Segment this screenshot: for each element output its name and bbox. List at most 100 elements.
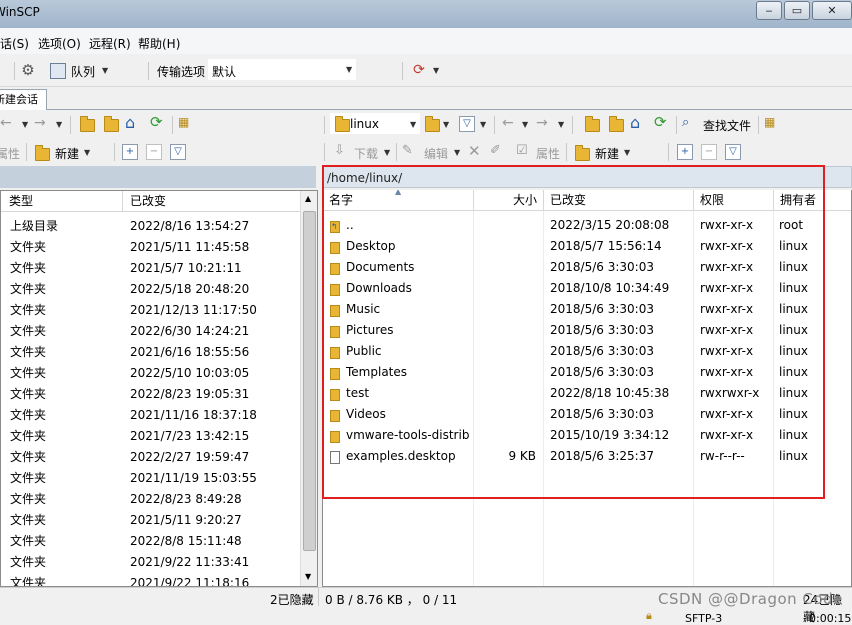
right-path-bar[interactable]: /home/linux/ [322,166,852,188]
rename-icon[interactable]: ✐ [490,143,501,158]
edit-button[interactable]: 编辑 [424,145,448,162]
delete-icon[interactable]: ✕ [468,142,481,160]
table-row[interactable]: test 2022/8/18 10:45:38 rwxrwxr-x linux [323,383,851,404]
find-files-button[interactable]: 查找文件 [703,117,751,134]
tab-new-session[interactable]: 新建会话 [0,89,47,110]
table-row[interactable]: 文件夹 2021/5/7 10:21:11 [1,258,300,279]
left-scrollbar[interactable]: ▲ ▼ [300,191,317,586]
scroll-up-icon[interactable]: ▲ [305,194,311,203]
edit-icon[interactable]: ✎ [402,143,413,158]
home-icon[interactable]: ⌂ [125,113,135,132]
table-row[interactable]: 文件夹 2021/11/19 15:03:55 [1,468,300,489]
table-row[interactable]: 文件夹 2021/12/13 11:17:50 [1,300,300,321]
select-all-icon[interactable]: + [677,144,693,160]
column-header-changed[interactable]: 已改变 [544,190,694,211]
table-row[interactable]: 文件夹 2021/7/23 13:42:15 [1,426,300,447]
menu-remote[interactable]: 远程(R) [89,35,131,52]
minimize-button[interactable]: ‒ [756,1,782,20]
table-row[interactable]: 文件夹 2022/2/27 19:59:47 [1,447,300,468]
left-path-bar[interactable] [0,166,316,188]
column-header-rights[interactable]: 权限 [694,190,774,211]
table-row[interactable]: Videos 2018/5/6 3:30:03 rwxr-xr-x linux [323,404,851,425]
forward-arrow-icon[interactable]: → [34,115,46,131]
right-new-dropdown-icon[interactable]: ▼ [624,148,630,157]
queue-icon[interactable] [50,63,66,79]
sync-icon[interactable]: ⟳ [411,62,427,78]
menu-options[interactable]: 选项(O) [38,35,81,52]
gear-icon[interactable]: ⚙ [20,62,36,78]
unselect-icon[interactable]: − [146,144,162,160]
table-row[interactable]: 文件夹 2021/6/16 18:55:56 [1,342,300,363]
left-new-dropdown-icon[interactable]: ▼ [84,148,90,157]
forward-arrow-icon[interactable]: → [536,115,548,131]
download-icon[interactable]: ⇩ [334,143,345,158]
properties-icon[interactable]: ☑ [516,143,528,158]
column-header-type[interactable]: 类型 [1,191,123,212]
table-row[interactable]: 文件夹 2021/11/16 18:37:18 [1,405,300,426]
download-button[interactable]: 下载 [354,145,378,162]
table-row[interactable]: 文件夹 2022/5/18 20:48:20 [1,279,300,300]
queue-label[interactable]: 队列 [71,63,95,80]
parent-folder-icon[interactable] [585,116,600,132]
table-row[interactable]: 文件夹 2021/9/22 11:33:41 [1,552,300,573]
maximize-button[interactable]: ▭ [784,1,810,20]
tree-toggle-icon[interactable]: ▦ [764,115,775,129]
table-row[interactable]: 文件夹 2022/8/8 15:11:48 [1,531,300,552]
column-header-owner[interactable]: 拥有者 [774,190,851,211]
filter-icon[interactable]: ▽ [725,144,741,160]
unselect-icon[interactable]: − [701,144,717,160]
table-row[interactable]: 文件夹 2022/8/23 19:05:31 [1,384,300,405]
table-row[interactable]: 文件夹 2022/5/10 10:03:05 [1,363,300,384]
tree-toggle-icon[interactable]: ▦ [178,115,189,129]
row-name: Downloads [346,281,412,295]
table-row[interactable]: 文件夹 2021/5/11 11:45:58 [1,237,300,258]
new-folder-icon[interactable] [575,145,590,161]
queue-dropdown-icon[interactable]: ▼ [102,66,108,75]
back-arrow-icon[interactable]: ← [502,115,514,131]
sync-dropdown-icon[interactable]: ▼ [433,66,439,75]
root-folder-icon[interactable] [104,116,119,132]
root-folder-icon[interactable] [609,116,624,132]
back-arrow-icon[interactable]: ← [0,115,12,131]
home-icon[interactable]: ⌂ [630,113,640,132]
column-header-changed[interactable]: 已改变 [123,191,301,212]
filter-icon[interactable]: ▽ [170,144,186,160]
refresh-icon[interactable]: ⟳ [654,113,667,131]
table-row[interactable]: Desktop 2018/5/7 15:56:14 rwxr-xr-x linux [323,236,851,257]
right-properties-button[interactable]: 属性 [536,145,560,162]
table-row[interactable]: Pictures 2018/5/6 3:30:03 rwxr-xr-x linux [323,320,851,341]
left-properties-button[interactable]: 属性 [0,145,20,162]
table-row[interactable]: 文件夹 2021/9/22 11:18:16 [1,573,300,586]
column-header-size[interactable]: 大小 [474,190,544,211]
table-row[interactable]: Downloads 2018/10/8 10:34:49 rwxr-xr-x linu… [323,278,851,299]
table-row[interactable]: Public 2018/5/6 3:30:03 rwxr-xr-x linux [323,341,851,362]
table-row[interactable]: vmware-tools-distrib 2015/10/19 3:34:12 rw… [323,425,851,446]
table-row[interactable]: 文件夹 2022/6/30 14:24:21 [1,321,300,342]
transfer-options-select[interactable]: 默认 ▼ [208,59,356,80]
scroll-down-icon[interactable]: ▼ [305,572,311,581]
close-button[interactable]: ✕ [812,1,852,20]
select-all-icon[interactable]: + [122,144,138,160]
menu-help[interactable]: 帮助(H) [138,35,180,52]
table-row[interactable]: examples.desktop 9 KB 2018/5/6 3:25:37 rw-r… [323,446,851,467]
filter-dropdown-icon[interactable]: ▽ [459,116,475,132]
right-new-button[interactable]: 新建 [595,145,619,162]
table-row[interactable]: ↰.. 2022/3/15 20:08:08 rwxr-xr-x root [323,215,851,236]
table-row[interactable]: 文件夹 2021/5/11 9:20:27 [1,510,300,531]
menu-session[interactable]: 会话(S) [0,35,29,52]
row-rights: rwxr-xr-x [700,302,754,316]
table-row[interactable]: 文件夹 2022/8/23 8:49:28 [1,489,300,510]
table-row[interactable]: Documents 2018/5/6 3:30:03 rwxr-xr-x linux [323,257,851,278]
new-folder-icon[interactable] [35,145,50,161]
left-new-button[interactable]: 新建 [55,145,79,162]
refresh-icon[interactable]: ⟳ [150,113,163,131]
find-files-icon[interactable]: ⌕ [682,115,689,130]
table-row[interactable]: Music 2018/5/6 3:30:03 rwxr-xr-x linux [323,299,851,320]
column-header-name[interactable]: 名字 ▲ [323,190,474,211]
scrollbar-thumb[interactable] [303,211,316,551]
remote-dir-select[interactable]: linux ▼ [330,113,420,134]
parent-folder-icon[interactable] [80,116,95,132]
open-folder-icon[interactable] [425,116,440,132]
table-row[interactable]: Templates 2018/5/6 3:30:03 rwxr-xr-x linux [323,362,851,383]
table-row[interactable]: 上级目录 2022/8/16 13:54:27 [1,216,300,237]
